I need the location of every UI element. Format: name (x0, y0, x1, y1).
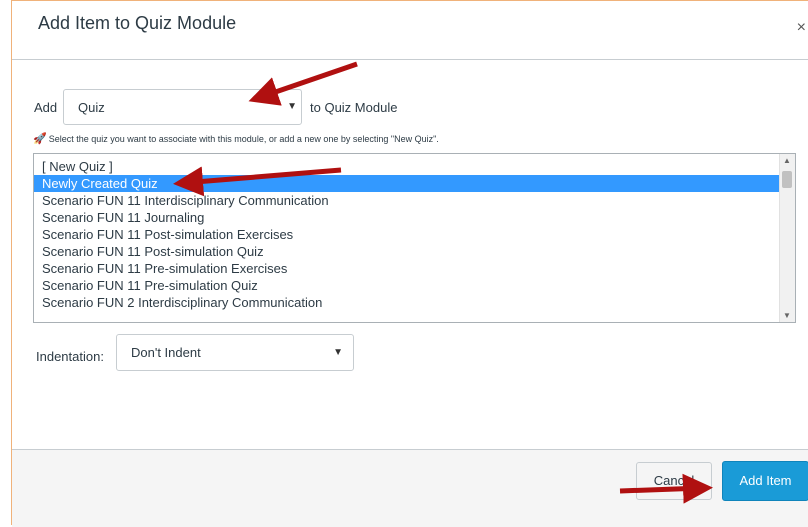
list-item[interactable]: Scenario FUN 11 Pre-simulation Exercises (34, 260, 782, 277)
list-item[interactable]: Scenario FUN 11 Journaling (34, 209, 782, 226)
add-item-dialog: Add Item to Quiz Module × Add Quiz ▼ to … (11, 0, 808, 527)
scroll-thumb[interactable] (782, 171, 792, 188)
rocket-icon: 🚀 (33, 133, 47, 145)
close-icon[interactable]: × (797, 19, 806, 37)
add-item-button[interactable]: Add Item (722, 461, 808, 501)
list-item[interactable]: Scenario FUN 2 Interdisciplinary Communi… (34, 294, 782, 311)
item-type-select[interactable]: Quiz ▼ (63, 89, 302, 125)
list-item[interactable]: Scenario FUN 11 Interdisciplinary Commun… (34, 192, 782, 209)
dialog-title: Add Item to Quiz Module (38, 13, 237, 33)
to-module-label: to Quiz Module (310, 100, 398, 115)
item-type-value: Quiz (78, 100, 105, 115)
scroll-up-icon[interactable]: ▲ (783, 156, 791, 165)
indentation-value: Don't Indent (131, 345, 201, 360)
hint-label: Select the quiz you want to associate wi… (48, 134, 439, 144)
add-item-row: Add Quiz ▼ to Quiz Module (12, 89, 808, 129)
list-item[interactable]: Scenario FUN 11 Post-simulation Exercise… (34, 226, 782, 243)
add-label: Add (34, 100, 58, 115)
list-item[interactable]: Scenario FUN 11 Pre-simulation Quiz (34, 277, 782, 294)
dialog-header: Add Item to Quiz Module × (12, 1, 808, 60)
dialog-footer: Cancel Add Item (12, 449, 808, 527)
cancel-button[interactable]: Cancel (636, 462, 712, 500)
listbox-scrollbar[interactable]: ▲ ▼ (779, 154, 795, 322)
list-item[interactable]: [ New Quiz ] (34, 158, 782, 175)
chevron-down-icon: ▼ (333, 347, 343, 358)
scroll-down-icon[interactable]: ▼ (783, 311, 791, 320)
indentation-select[interactable]: Don't Indent ▼ (116, 334, 354, 371)
hint-text: 🚀 Select the quiz you want to associate w… (33, 132, 439, 145)
list-item-selected[interactable]: Newly Created Quiz (34, 175, 782, 192)
indentation-label: Indentation: (36, 349, 104, 364)
chevron-down-icon: ▼ (287, 101, 297, 112)
quiz-listbox[interactable]: Scenario FUN 2 Interdisciplinary Communi… (33, 153, 796, 323)
list-item[interactable]: Scenario FUN 11 Post-simulation Quiz (34, 243, 782, 260)
